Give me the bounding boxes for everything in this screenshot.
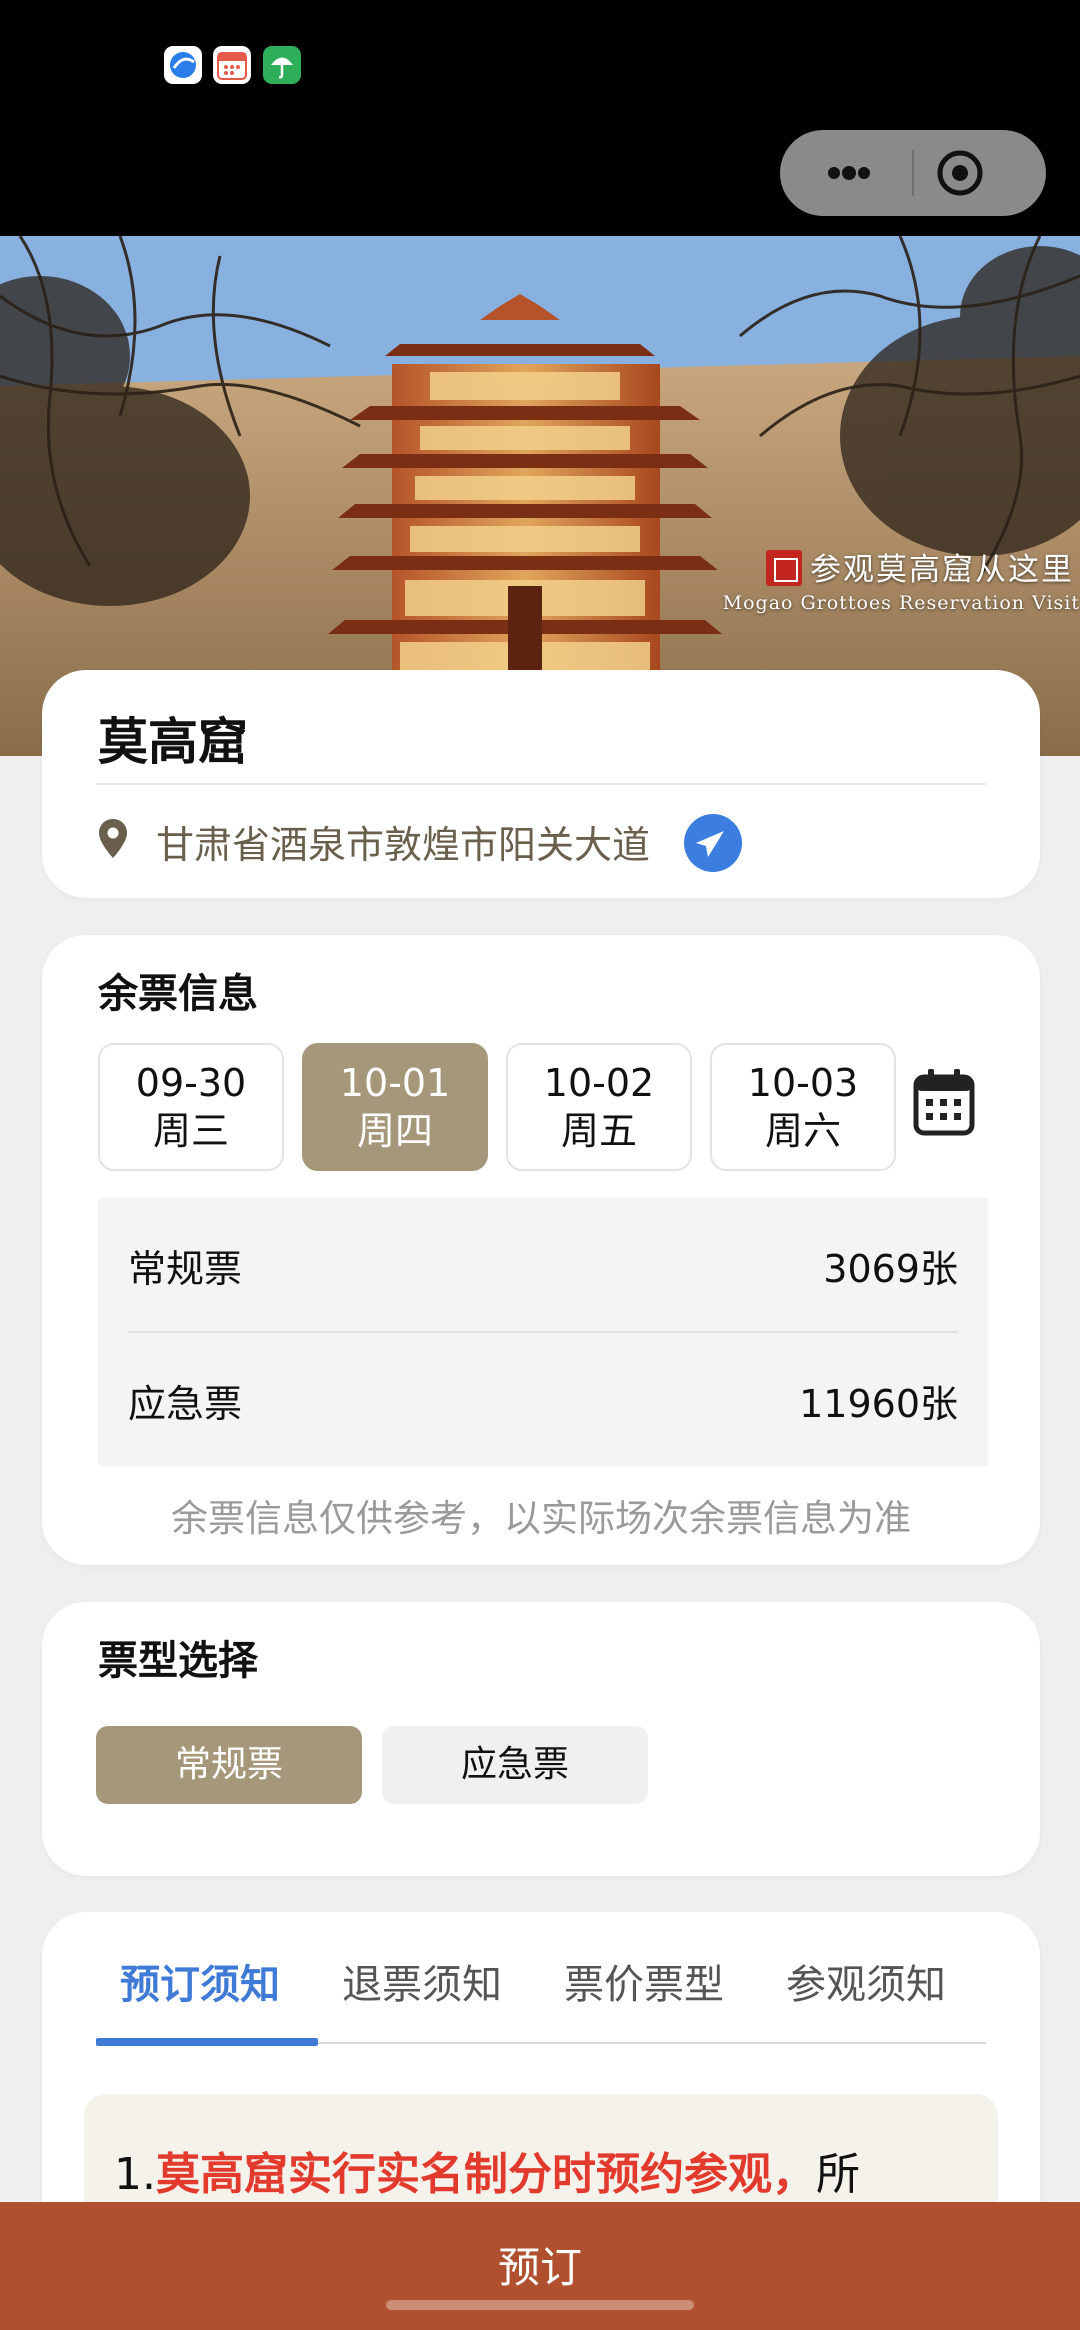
weekday-label: 周五 xyxy=(560,1109,637,1153)
date-chip-1002[interactable]: 10-02 周五 xyxy=(506,1043,692,1171)
ticket-availability-card: 余票信息 09-30 周三 10-01 周四 10-02 周五 10-03 周六… xyxy=(42,935,1040,1565)
browser-notification-icon xyxy=(164,46,202,84)
notice-line-1: 1.莫高窟实行实名制分时预约参观，所 xyxy=(114,2138,860,2202)
target-close-icon xyxy=(937,150,983,196)
notice-tabs: 预订须知 退票须知 票价票型 参观须知 xyxy=(96,1952,986,2030)
hero-caption-text: 参观莫高窟从这里 xyxy=(810,552,1074,588)
hero-caption-subtitle: Mogao Grottoes Reservation Visit xyxy=(722,592,1080,614)
miniprogram-capsule xyxy=(780,130,1046,216)
book-button[interactable]: 预订 xyxy=(0,2202,1080,2330)
notice-number: 1. xyxy=(114,2149,156,2200)
date-chip-1001[interactable]: 10-01 周四 xyxy=(302,1043,488,1171)
status-bar xyxy=(0,0,1080,236)
date-label: 10-01 xyxy=(339,1061,451,1105)
notice-highlight: 莫高窟实行实名制分时预约参观， xyxy=(155,2149,816,2200)
calendar-notification-icon xyxy=(213,46,251,84)
hero-caption: 参观莫高窟从这里 xyxy=(766,544,1074,589)
ticket-type-label: 常规票 xyxy=(128,1247,243,1291)
disclaimer-note: 余票信息仅供参考，以实际场次余票信息为准 xyxy=(171,1497,911,1540)
more-dots-icon xyxy=(828,166,870,180)
seal-icon xyxy=(766,550,802,586)
navigation-arrow-icon xyxy=(696,831,724,857)
ticket-type-label: 应急票 xyxy=(128,1382,243,1426)
close-miniprogram-button[interactable] xyxy=(914,130,1046,216)
remaining-row-regular: 常规票 3069张 xyxy=(128,1198,958,1331)
date-chip-0930[interactable]: 09-30 周三 xyxy=(98,1043,284,1171)
ticket-type-card: 票型选择 常规票 应急票 xyxy=(42,1602,1040,1876)
ticket-type-emergency-button[interactable]: 应急票 xyxy=(382,1726,648,1804)
site-info-card: 莫高窟 甘肃省酒泉市敦煌市阳关大道 xyxy=(42,670,1040,898)
site-address: 甘肃省酒泉市敦煌市阳关大道 xyxy=(156,823,651,867)
section-title: 票型选择 xyxy=(98,1638,258,1684)
book-button-label: 预订 xyxy=(497,2243,582,2292)
site-title: 莫高窟 xyxy=(98,713,248,771)
weekday-label: 周六 xyxy=(764,1109,841,1153)
weekday-label: 周三 xyxy=(152,1109,229,1153)
remaining-row-emergency: 应急票 11960张 xyxy=(128,1333,958,1466)
home-indicator[interactable] xyxy=(386,2300,694,2310)
weekday-label: 周四 xyxy=(356,1109,433,1153)
ticket-count: 11960张 xyxy=(799,1382,958,1426)
date-chip-1003[interactable]: 10-03 周六 xyxy=(710,1043,896,1171)
tab-price-types[interactable]: 票价票型 xyxy=(564,1952,724,2010)
navigation-button[interactable] xyxy=(684,814,742,872)
section-title: 余票信息 xyxy=(98,971,258,1017)
calendar-icon[interactable] xyxy=(912,1067,976,1137)
tab-refund-notice[interactable]: 退票须知 xyxy=(342,1952,502,2010)
tab-visit-notice[interactable]: 参观须知 xyxy=(786,1952,946,2010)
divider xyxy=(96,783,986,785)
more-options-button[interactable] xyxy=(780,130,912,216)
location-pin-icon xyxy=(99,819,127,858)
ticket-type-regular-button[interactable]: 常规票 xyxy=(96,1726,362,1804)
tab-booking-notice[interactable]: 预订须知 xyxy=(120,1952,280,2010)
notice-text-rest: 所 xyxy=(815,2149,860,2200)
umbrella-notification-icon xyxy=(263,46,301,84)
date-label: 10-03 xyxy=(747,1061,859,1105)
active-tab-indicator xyxy=(96,2038,318,2046)
date-label: 09-30 xyxy=(135,1061,247,1105)
ticket-count: 3069张 xyxy=(823,1247,958,1291)
date-label: 10-02 xyxy=(543,1061,655,1105)
remaining-tickets-table: 常规票 3069张 应急票 11960张 xyxy=(98,1198,988,1466)
